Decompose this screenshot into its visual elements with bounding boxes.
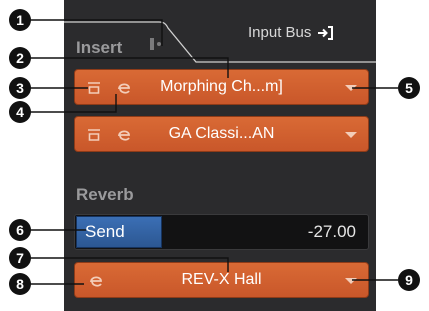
callout-7: 7 (9, 247, 31, 269)
callout-6: 6 (9, 219, 31, 241)
callout-9: 9 (398, 269, 420, 291)
callout-5: 5 (398, 77, 420, 99)
callout-3: 3 (9, 77, 31, 99)
callout-1: 1 (9, 9, 31, 31)
callout-4: 4 (9, 101, 31, 123)
callout-leader-lines (26, 19, 398, 285)
callout-8: 8 (9, 273, 31, 295)
callout-2: 2 (9, 47, 31, 69)
